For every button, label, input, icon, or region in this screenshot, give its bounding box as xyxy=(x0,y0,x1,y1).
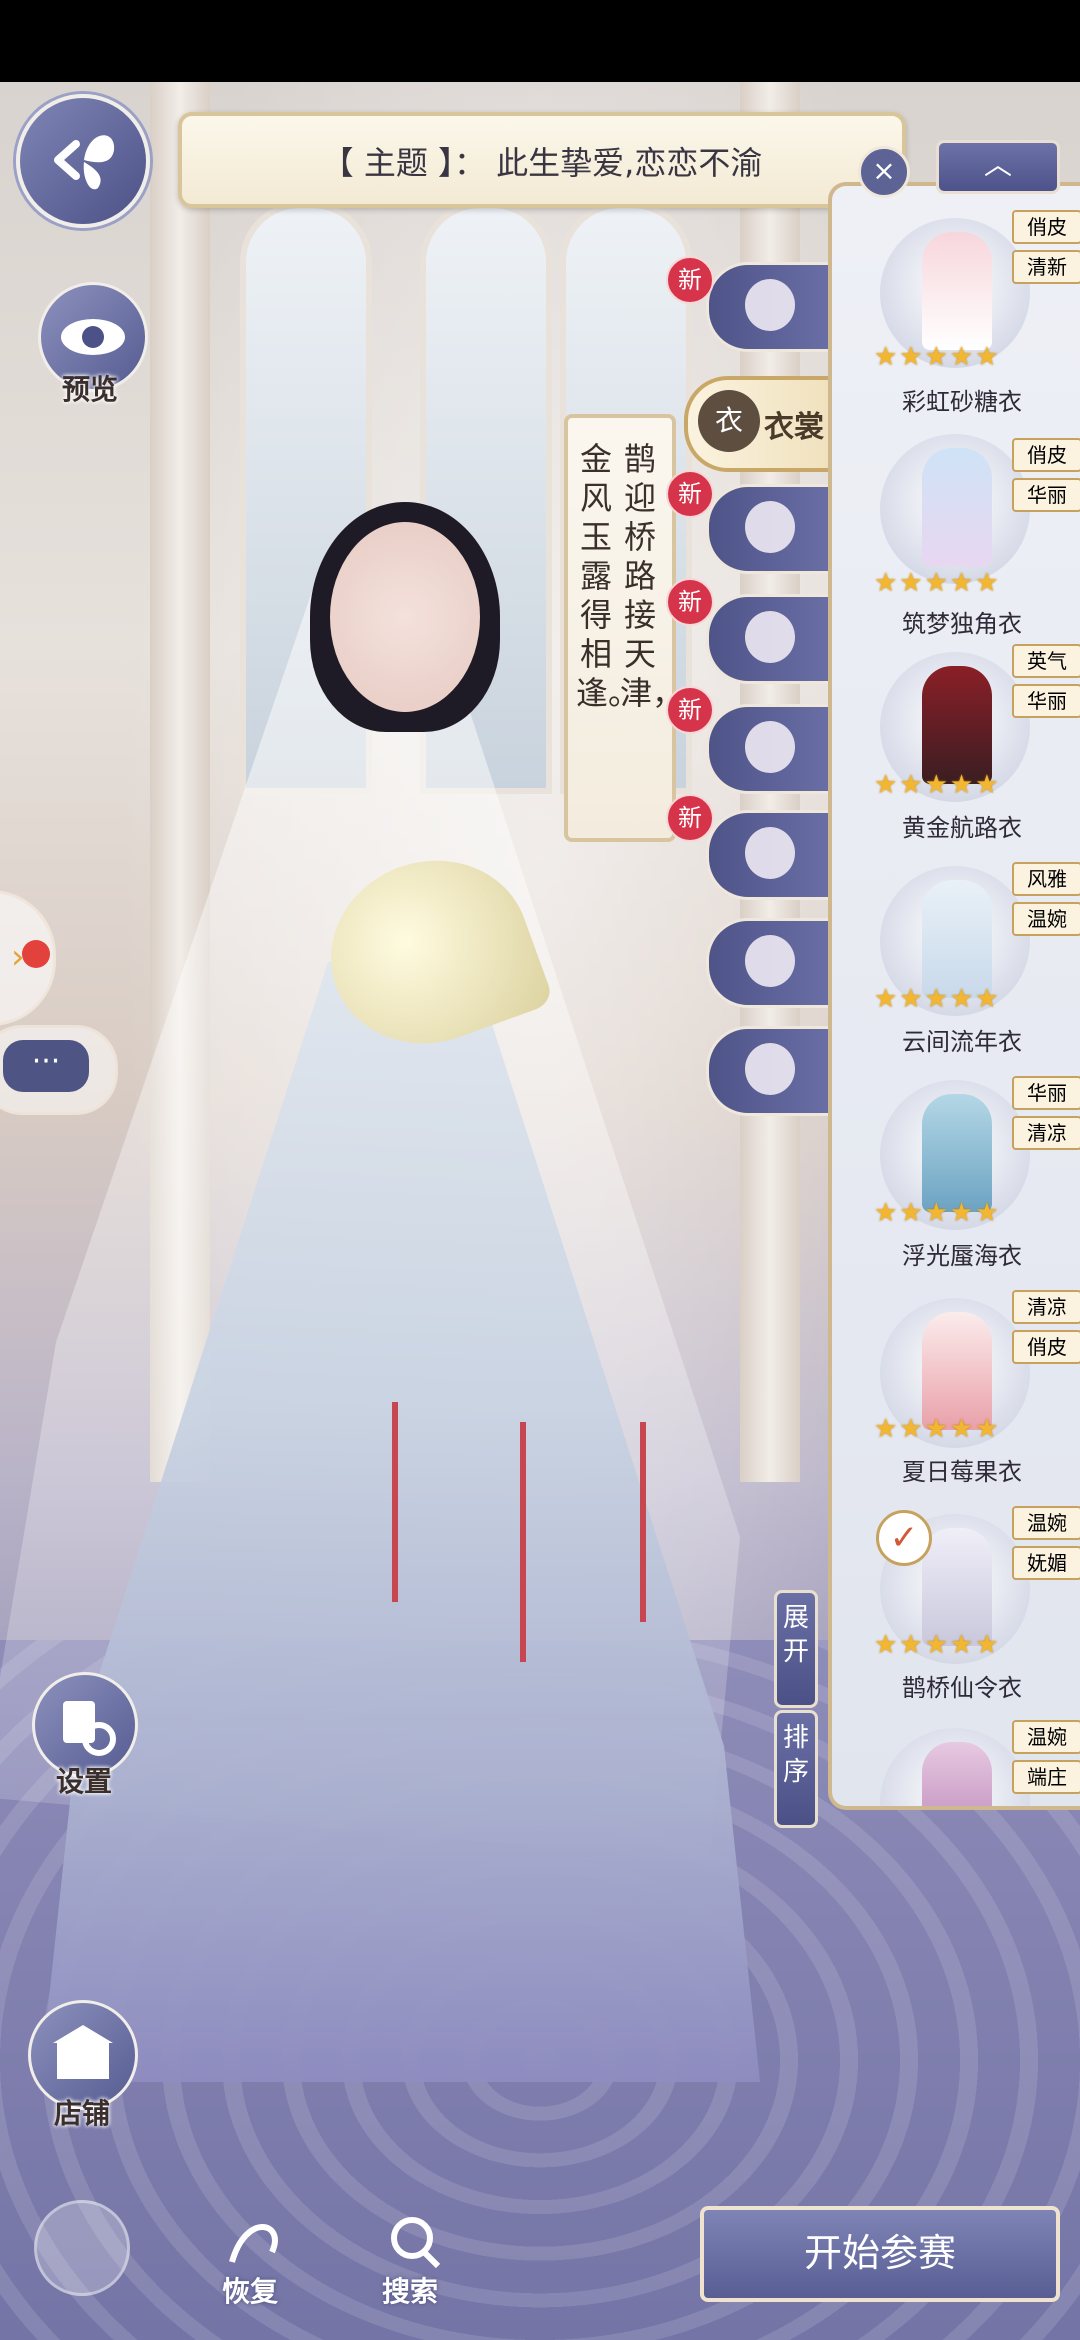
garment-thumbnail xyxy=(922,880,992,998)
tassel xyxy=(392,1402,398,1602)
garment-thumbnail xyxy=(922,232,992,350)
butterfly-back-icon xyxy=(54,135,115,190)
item-tag: 俏皮 xyxy=(1012,210,1080,244)
earrings-icon xyxy=(745,721,795,773)
sort-button[interactable]: 排序 xyxy=(774,1710,818,1828)
item-name: 鹊桥仙令衣 xyxy=(902,1674,1022,1702)
new-badge: 新 xyxy=(666,794,714,842)
star-rating: ★★★★★ xyxy=(874,984,1001,1014)
chat-bubble-icon: ··· xyxy=(3,1040,89,1092)
veil-icon xyxy=(745,1043,795,1095)
garment-thumbnail xyxy=(922,1742,992,1806)
preview-label: 预览 xyxy=(61,373,118,406)
item-name: 浮光蜃海衣 xyxy=(902,1242,1022,1270)
notification-dot xyxy=(22,940,50,968)
item-tag: 清凉 xyxy=(1012,1290,1080,1324)
wardrobe-item[interactable]: 俏皮 清新 ★★★★★ 彩虹砂糖衣 xyxy=(862,210,1080,426)
star-rating: ★★★★★ xyxy=(874,770,1001,800)
socks-icon xyxy=(745,501,795,553)
garment-thumbnail xyxy=(922,1312,992,1430)
restore-label[interactable]: 恢复 xyxy=(210,2270,290,2310)
tab-shoes[interactable] xyxy=(706,594,836,684)
new-badge: 新 xyxy=(666,470,714,518)
item-tag: 温婉 xyxy=(1012,902,1080,936)
item-name: 筑梦独角衣 xyxy=(902,610,1022,638)
poem-line-2: 金风玉露得相逢。 xyxy=(576,440,641,712)
chat-button[interactable]: ··· xyxy=(0,1025,118,1115)
item-tag: 清新 xyxy=(1012,250,1080,284)
back-button[interactable] xyxy=(16,94,150,228)
item-name: 彩虹砂糖衣 xyxy=(902,388,1022,416)
wardrobe-item[interactable]: 温婉 端庄 xyxy=(862,1720,1080,1806)
item-tag: 妩媚 xyxy=(1012,1546,1080,1580)
new-badge: 新 xyxy=(666,578,714,626)
item-tag: 华丽 xyxy=(1012,1076,1080,1110)
star-rating: ★★★★★ xyxy=(874,1198,1001,1228)
item-tag: 俏皮 xyxy=(1012,1330,1080,1364)
search-icon[interactable] xyxy=(380,2208,450,2278)
garment-thumbnail xyxy=(922,1094,992,1212)
item-tag: 华丽 xyxy=(1012,684,1080,718)
item-tag: 华丽 xyxy=(1012,478,1080,512)
item-tag: 俏皮 xyxy=(1012,438,1080,472)
tab-scarf[interactable] xyxy=(706,918,836,1008)
item-tag: 温婉 xyxy=(1012,1720,1080,1754)
expand-button[interactable]: 展开 xyxy=(774,1590,818,1708)
star-rating: ★★★★★ xyxy=(874,568,1001,598)
scarf-icon xyxy=(745,935,795,987)
tab-clothing-label: 衣裳 xyxy=(764,410,824,445)
collapse-panel-button[interactable]: ︿ xyxy=(936,140,1060,194)
star-rating: ★★★★★ xyxy=(874,1630,1001,1660)
garment-thumbnail xyxy=(922,448,992,566)
tassel xyxy=(520,1422,526,1662)
item-tag: 英气 xyxy=(1012,644,1080,678)
tab-hairpin[interactable] xyxy=(706,810,836,900)
search-label[interactable]: 搜索 xyxy=(370,2270,450,2310)
item-tag: 温婉 xyxy=(1012,1506,1080,1540)
wardrobe-item-selected[interactable]: ✓ 温婉 妩媚 ★★★★★ 鹊桥仙令衣 xyxy=(862,1506,1080,1722)
close-panel-button[interactable]: × xyxy=(858,146,910,198)
poem-line-1: 鹊迎桥路接天津， xyxy=(620,440,685,712)
new-badge: 新 xyxy=(666,256,714,304)
wardrobe-item[interactable]: 俏皮 华丽 ★★★★★ 筑梦独角衣 xyxy=(862,426,1080,642)
dress-icon: 衣 xyxy=(698,390,760,452)
wardrobe-item[interactable]: 风雅 温婉 ★★★★★ 云间流年衣 xyxy=(862,858,1080,1074)
garment-thumbnail xyxy=(922,666,992,784)
start-competition-button[interactable]: 开始参赛 xyxy=(700,2206,1060,2302)
poem-scroll: 鹊迎桥路接天津， 金风玉露得相逢。 xyxy=(564,414,685,842)
new-badge: 新 xyxy=(666,686,714,734)
tab-veil[interactable] xyxy=(706,1026,836,1116)
item-name: 夏日莓果衣 xyxy=(902,1458,1022,1486)
wardrobe-panel: 俏皮 清新 ★★★★★ 彩虹砂糖衣 俏皮 华丽 ★★★★★ 筑梦独角衣 英气 华… xyxy=(828,182,1080,1810)
face xyxy=(330,522,480,712)
theme-banner: 【 主题 】： 此生挚爱,恋恋不渝 xyxy=(178,112,906,208)
shoes-icon xyxy=(745,611,795,663)
selected-check-icon: ✓ xyxy=(876,1510,932,1566)
shop-label: 店铺 xyxy=(53,2097,110,2130)
wardrobe-item[interactable]: 清凉 俏皮 ★★★★★ 夏日莓果衣 xyxy=(862,1290,1080,1506)
item-tag: 端庄 xyxy=(1012,1760,1080,1794)
garment-thumbnail xyxy=(922,1528,992,1646)
tab-earrings[interactable] xyxy=(706,704,836,794)
hairpin-icon xyxy=(745,827,795,879)
item-tag: 清凉 xyxy=(1012,1116,1080,1150)
theme-text: 【 主题 】： 此生挚爱,恋恋不渝 xyxy=(321,144,763,182)
sort-label: 排序 xyxy=(782,1723,809,1787)
tab-clothing[interactable]: 衣 衣裳 xyxy=(684,376,838,472)
status-bar xyxy=(0,0,1080,82)
star-rating: ★★★★★ xyxy=(874,342,1001,372)
tab-hairstyle[interactable] xyxy=(706,262,836,352)
tab-socks[interactable] xyxy=(706,484,836,574)
expand-label: 展开 xyxy=(782,1603,809,1667)
item-name: 黄金航路衣 xyxy=(902,814,1022,842)
wardrobe-item[interactable]: 英气 华丽 ★★★★★ 黄金航路衣 xyxy=(862,644,1080,860)
star-rating: ★★★★★ xyxy=(874,1414,1001,1444)
item-name: 云间流年衣 xyxy=(902,1028,1022,1056)
tassel xyxy=(640,1422,646,1622)
settings-label: 设置 xyxy=(55,1765,112,1798)
wardrobe-item[interactable]: 华丽 清凉 ★★★★★ 浮光蜃海衣 xyxy=(862,1072,1080,1288)
hair-icon xyxy=(745,279,795,331)
item-tag: 风雅 xyxy=(1012,862,1080,896)
flower-logo-icon xyxy=(34,2200,130,2296)
